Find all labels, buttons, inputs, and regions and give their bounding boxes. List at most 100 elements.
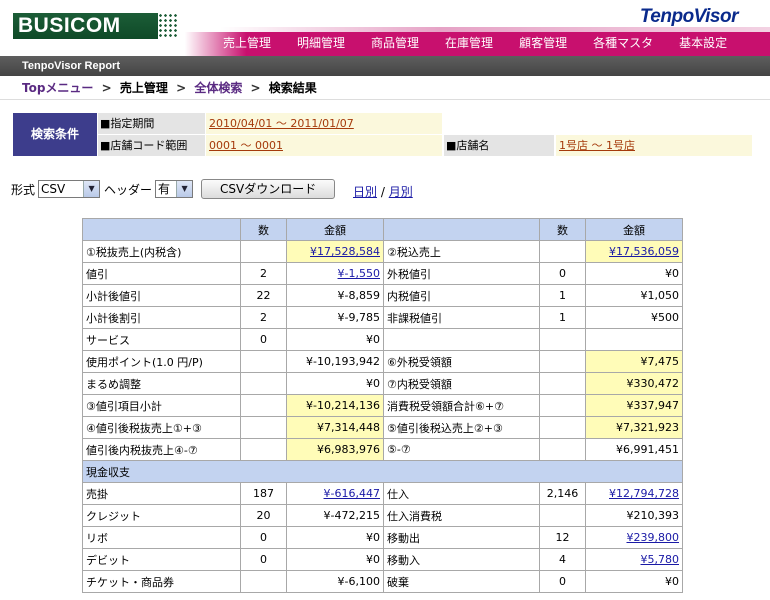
daily-link[interactable]: 日別 (353, 185, 377, 199)
row-count (539, 504, 586, 527)
row-amount: ¥5,780 (585, 548, 683, 571)
row-count (539, 416, 586, 439)
nav-masters[interactable]: 各種マスタ (580, 32, 666, 56)
row-count: 4 (539, 548, 586, 571)
row-amount: ¥1,050 (585, 284, 683, 307)
row-label: ⑤-⑦ (383, 438, 540, 461)
table-row: ①税抜売上(内税含) ¥17,528,584 ②税込売上 ¥17,536,059 (82, 240, 683, 263)
table-row: ③値引項目小計 ¥-10,214,136 消費税受領額合計⑥+⑦ ¥337,94… (82, 394, 683, 417)
header-label: ヘッダー (104, 182, 153, 197)
row-label: まるめ調整 (82, 372, 241, 395)
row-count: 0 (539, 570, 586, 593)
monthly-link[interactable]: 月別 (389, 185, 413, 199)
table-row: ④値引後税抜売上①+③ ¥7,314,448 ⑤値引後税込売上②+③ ¥7,32… (82, 416, 683, 439)
table-row: サービス 0 ¥0 (82, 328, 683, 351)
row-label: サービス (82, 328, 241, 351)
header-cell (383, 218, 540, 241)
criteria-label: 検索条件 (13, 113, 97, 156)
row-count (539, 350, 586, 373)
table-row: 使用ポイント(1.0 円/P) ¥-10,193,942 ⑥外税受領額 ¥7,4… (82, 350, 683, 373)
row-amount: ¥-6,100 (286, 570, 384, 593)
format-select[interactable]: CSV ▼ (38, 180, 101, 198)
row-amount: ¥-472,215 (286, 504, 384, 527)
row-count (240, 438, 287, 461)
criteria-code-key: ■店舗コード範囲 (98, 135, 205, 156)
amount-link[interactable]: ¥-616,447 (324, 487, 380, 500)
row-label: ⑦内税受領額 (383, 372, 540, 395)
nav-products[interactable]: 商品管理 (358, 32, 432, 56)
tenpovisor-brand-logo: TenpoVisor (639, 6, 739, 27)
row-label: ④値引後税抜売上①+③ (82, 416, 241, 439)
amount-link[interactable]: ¥239,800 (627, 531, 680, 544)
breadcrumb-search-link[interactable]: 全体検索 (194, 81, 242, 95)
row-amount: ¥7,321,923 (585, 416, 683, 439)
chevron-down-icon: ▼ (176, 181, 193, 197)
amount-link[interactable]: ¥17,536,059 (609, 245, 679, 258)
amount-link[interactable]: ¥12,794,728 (609, 487, 679, 500)
row-count: 1 (539, 284, 586, 307)
row-amount: ¥6,991,451 (585, 438, 683, 461)
row-count: 0 (240, 526, 287, 549)
row-amount: ¥0 (286, 372, 384, 395)
row-count: 22 (240, 284, 287, 307)
row-amount: ¥337,947 (585, 394, 683, 417)
row-count: 2,146 (539, 482, 586, 505)
table-row: デビット 0 ¥0 移動入 4 ¥5,780 (82, 548, 683, 571)
row-count (240, 240, 287, 263)
criteria-store-key: ■店舗名 (444, 135, 554, 156)
row-label: 小計後値引 (82, 284, 241, 307)
amount-link[interactable]: ¥-1,550 (338, 267, 380, 280)
row-label: 使用ポイント(1.0 円/P) (82, 350, 241, 373)
row-count (240, 570, 287, 593)
row-amount: ¥-1,550 (286, 262, 384, 285)
row-label: 内税値引 (383, 284, 540, 307)
row-amount: ¥0 (585, 262, 683, 285)
row-label: 移動入 (383, 548, 540, 571)
csv-download-button[interactable]: CSVダウンロード (201, 179, 336, 199)
breadcrumb-separator: > (101, 81, 112, 95)
row-label: リボ (82, 526, 241, 549)
row-amount: ¥-616,447 (286, 482, 384, 505)
header-cell-count: 数 (240, 218, 287, 241)
row-label: 売掛 (82, 482, 241, 505)
row-label: クレジット (82, 504, 241, 527)
amount-link[interactable]: ¥5,780 (641, 553, 680, 566)
amount-link[interactable]: ¥17,528,584 (310, 245, 380, 258)
criteria-period-value: 2010/04/01 〜 2011/01/07 (206, 113, 442, 134)
table-row: 小計後割引 2 ¥-9,785 非課税値引 1 ¥500 (82, 306, 683, 329)
row-count: 2 (240, 262, 287, 285)
row-amount: ¥17,536,059 (585, 240, 683, 263)
criteria-period-key: ■指定期間 (98, 113, 205, 134)
breadcrumb-top-link[interactable]: Topメニュー (22, 81, 93, 95)
main-nav: 売上管理 明細管理 商品管理 在庫管理 顧客管理 各種マスタ 基本設定 (210, 32, 740, 56)
format-label: 形式 (11, 182, 36, 197)
criteria-code-row: ■店舗コード範囲 0001 〜 0001 ■店舗名 1号店 〜 1号店 (98, 135, 753, 156)
export-controls: 形式 CSV ▼ ヘッダー 有 ▼ CSVダウンロード (11, 178, 336, 200)
row-label (383, 328, 540, 351)
row-amount: ¥0 (286, 328, 384, 351)
row-count: 20 (240, 504, 287, 527)
row-count: 0 (240, 548, 287, 571)
row-label: 値引 (82, 262, 241, 285)
row-label: 値引後内税抜売上④-⑦ (82, 438, 241, 461)
row-label: ①税抜売上(内税含) (82, 240, 241, 263)
row-label: 仕入 (383, 482, 540, 505)
row-amount: ¥330,472 (585, 372, 683, 395)
nav-details[interactable]: 明細管理 (284, 32, 358, 56)
nav-inventory[interactable]: 在庫管理 (432, 32, 506, 56)
row-label: ⑤値引後税込売上②+③ (383, 416, 540, 439)
nav-customers[interactable]: 顧客管理 (506, 32, 580, 56)
table-row: まるめ調整 ¥0 ⑦内税受領額 ¥330,472 (82, 372, 683, 395)
row-label: 移動出 (383, 526, 540, 549)
nav-sales[interactable]: 売上管理 (210, 32, 284, 56)
row-label: デビット (82, 548, 241, 571)
table-header-row: 数 金額 数 金額 (82, 218, 683, 241)
sales-summary-table: 数 金額 数 金額 ①税抜売上(内税含) ¥17,528,584 ②税込売上 ¥… (82, 218, 683, 593)
row-amount: ¥7,314,448 (286, 416, 384, 439)
header-select[interactable]: 有 ▼ (155, 180, 194, 198)
table-row: 小計後値引 22 ¥-8,859 内税値引 1 ¥1,050 (82, 284, 683, 307)
nav-settings[interactable]: 基本設定 (666, 32, 740, 56)
breadcrumb-sales: 売上管理 (119, 81, 168, 95)
row-amount: ¥0 (286, 548, 384, 571)
row-count (539, 438, 586, 461)
